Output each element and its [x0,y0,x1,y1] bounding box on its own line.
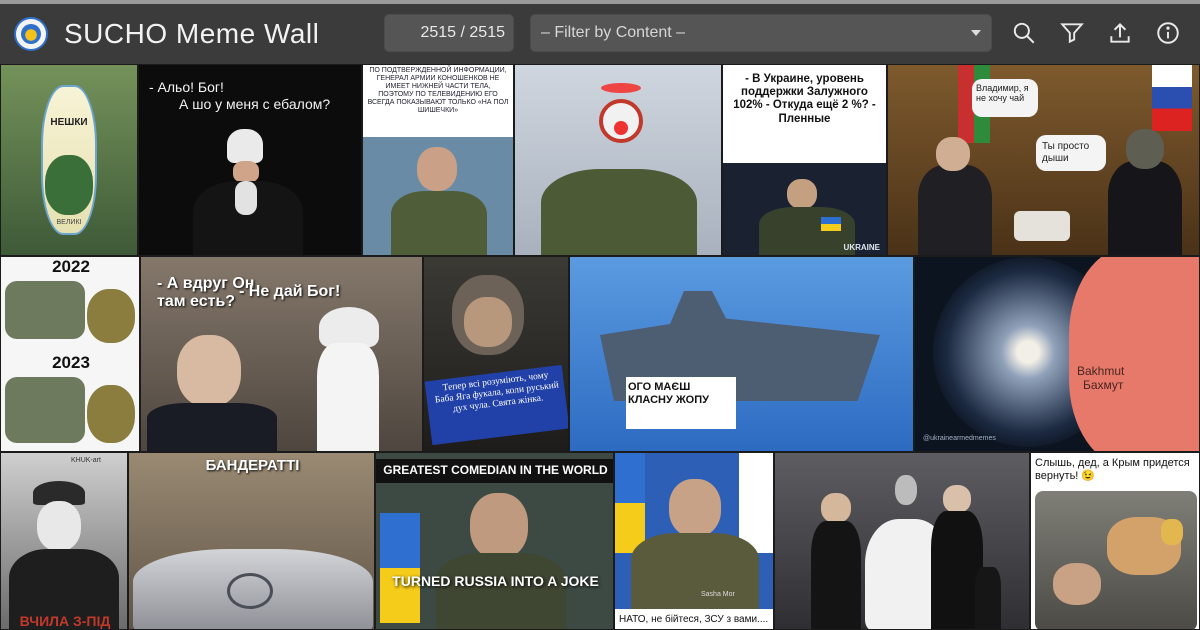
meme-tile-10[interactable]: ОГО МАЄШ КЛАСНУ ЖОПУ [569,256,914,452]
sucho-logo[interactable] [14,17,48,51]
tile-11-label-1: Bakhmut [1077,364,1125,378]
tile-1-text: НЕШКИ [50,117,88,128]
meme-tile-16[interactable] [774,452,1030,630]
meme-tile-9[interactable]: Тепер всі розуміють, чому Баба Яга фукал… [423,256,569,452]
meme-tile-2[interactable]: - Альо! Бог! А шо у меня с ебалом? [138,64,362,256]
info-icon[interactable] [1155,20,1181,46]
tile-13-text: БАНДЕРАТТІ [205,457,300,474]
meme-tile-8[interactable]: - А вдруг Он там есть? - Не дай Бог! [140,256,423,452]
meme-tile-6[interactable]: Владимир, я не хочу чай Ты просто дыши [887,64,1200,256]
tile-7-top: 2022 [52,257,90,276]
tile-14-bottom: TURNED RUSSIA INTO A JOKE [392,573,599,589]
tile-5-text: - В Украине, уровень поддержки Залужного… [733,73,876,125]
tile-14-top: GREATEST COMEDIAN IN THE WORLD [383,463,608,477]
tile-6-bubble-2: Ты просто дыши [1042,141,1090,164]
meme-tile-13[interactable]: БАНДЕРАТТІ [128,452,375,630]
tile-15-text: НАТО, не бійтеся, ЗСУ з вами.... [619,614,769,625]
top-bar: SUCHO Meme Wall 2515 / 2515 – Filter by … [0,0,1200,64]
tile-10-text: ОГО МАЄШ КЛАСНУ ЖОПУ [628,381,709,406]
tile-5-badge: UKRAINE [843,243,880,252]
meme-tile-3[interactable]: ПО ПОДТВЕРЖДЕННОЙ ИНФОРМАЦИИ, ГЕНЕРАЛ АР… [362,64,514,256]
search-icon[interactable] [1011,20,1037,46]
meme-counter[interactable]: 2515 / 2515 [384,14,514,52]
tile-8-right: - Не дай Бог! [239,283,341,300]
meme-tile-15[interactable]: Sasha Mor НАТО, не бійтеся, ЗСУ з вами..… [614,452,774,630]
meme-tile-4[interactable] [514,64,722,256]
tile-2-line-2: А шо у меня с ебалом? [179,96,331,112]
tile-2-line-1: - Альо! Бог! [149,79,224,95]
tile-7-bottom: 2023 [52,353,90,372]
meme-tile-14[interactable]: GREATEST COMEDIAN IN THE WORLD TURNED RU… [375,452,614,630]
filter-icon[interactable] [1059,20,1085,46]
tile-12-small: KHUK-art [71,457,101,464]
upload-icon[interactable] [1107,20,1133,46]
tile-1-sub: ВЕЛИКІ [56,219,82,226]
chevron-down-icon [971,30,981,36]
tile-11-watermark: @ukrainearmedmemes [923,435,996,442]
tile-6-bubble-1: Владимир, я не хочу чай [976,83,1029,104]
app-title: SUCHO Meme Wall [64,18,320,49]
filter-placeholder: – Filter by Content – [541,24,686,41]
tile-12-bottom: ВЧИЛА З-ПІД [19,613,111,629]
meme-tile-1[interactable]: НЕШКИ ВЕЛИКІ [0,64,138,256]
tile-17-text: Слышь, дед, а Крым придется вернуть! 😉 [1035,457,1190,482]
meme-tile-7[interactable]: 2022 2023 [0,256,140,452]
content-filter-select[interactable]: – Filter by Content – [530,14,992,52]
meme-tile-12[interactable]: KHUK-art ВЧИЛА З-ПІД [0,452,128,630]
tile-11-label-2: Бахмут [1083,378,1124,392]
tile-3-text: ПО ПОДТВЕРЖДЕННОЙ ИНФОРМАЦИИ, ГЕНЕРАЛ АР… [367,67,509,115]
tile-15-badge: Sasha Mor [701,591,735,598]
meme-tile-17[interactable]: Слышь, дед, а Крым придется вернуть! 😉 [1030,452,1200,630]
meme-tile-5[interactable]: - В Украине, уровень поддержки Залужного… [722,64,887,256]
meme-tile-11[interactable]: Bakhmut Бахмут @ukrainearmedmemes [914,256,1200,452]
